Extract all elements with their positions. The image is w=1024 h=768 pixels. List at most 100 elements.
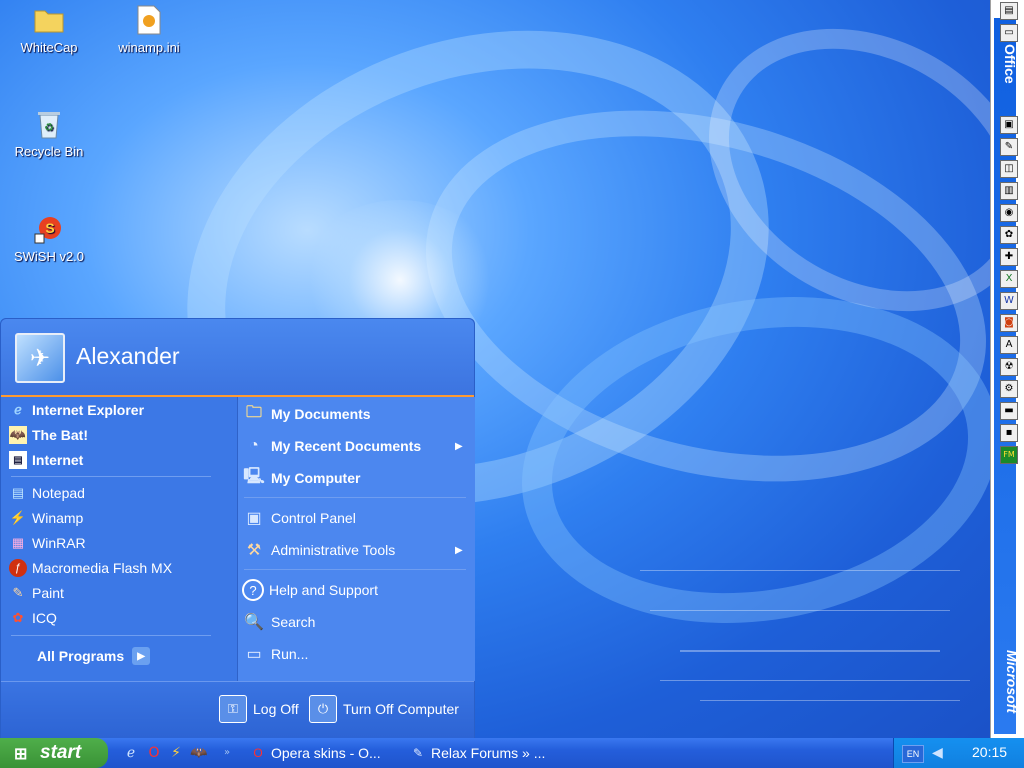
- eye-icon[interactable]: ◉: [1000, 204, 1018, 222]
- task-label: Opera skins - O...: [271, 745, 381, 761]
- menu-item-internet[interactable]: ▤ Internet: [9, 449, 83, 471]
- word-icon[interactable]: W: [1000, 292, 1018, 310]
- document-icon[interactable]: ✎: [1000, 138, 1018, 156]
- menu-item-label: ICQ: [32, 610, 57, 626]
- toolbar-menu-icon[interactable]: ▤: [1000, 2, 1018, 20]
- start-menu-footer: ⚿ Log Off ⏻ Turn Off Computer: [1, 681, 474, 738]
- menu-item-winamp[interactable]: ⚡ Winamp: [9, 507, 83, 529]
- desktop-icon-winamp-ini[interactable]: winamp.ini: [106, 4, 192, 55]
- separator: [244, 497, 466, 498]
- desktop-icon-recycle-bin[interactable]: ♻ Recycle Bin: [6, 108, 92, 159]
- my-computer-icon: 🖳: [243, 467, 265, 485]
- quick-launch-bat-icon[interactable]: 🦇: [190, 744, 208, 762]
- log-off-label: Log Off: [253, 701, 299, 717]
- desktop-icon-swish[interactable]: S SWiSH v2.0: [6, 213, 92, 264]
- office-label: Office: [1002, 44, 1018, 84]
- desktop-icon-label: Recycle Bin: [14, 144, 84, 159]
- turn-off-computer-button[interactable]: ⏻ Turn Off Computer: [309, 694, 459, 724]
- fm-icon[interactable]: FM: [1000, 446, 1018, 464]
- notepad-icon: ▤: [11, 485, 25, 500]
- menu-item-label: Control Panel: [271, 510, 356, 526]
- folder-icon: [33, 4, 65, 36]
- menu-item-help-and-support[interactable]: ? Help and Support: [242, 577, 378, 603]
- swish-shortcut-icon: S: [33, 213, 65, 245]
- icq-icon: ✿: [12, 610, 24, 625]
- menu-item-label: Macromedia Flash MX: [32, 560, 173, 576]
- windows-logo-icon: ⊞: [14, 746, 28, 763]
- admin-tools-icon: ⚒: [246, 542, 262, 559]
- paint-icon[interactable]: ✿: [1000, 226, 1018, 244]
- menu-item-label: WinRAR: [32, 535, 86, 551]
- user-avatar[interactable]: ✈: [15, 333, 65, 383]
- image-icon[interactable]: ⚙: [1000, 380, 1018, 398]
- menu-item-winrar[interactable]: ▦ WinRAR: [9, 532, 86, 554]
- menu-item-label: Internet: [32, 452, 84, 468]
- menu-item-label: Notepad: [32, 485, 85, 501]
- arrow-right-icon: ▶: [132, 647, 151, 665]
- menu-item-notepad[interactable]: ▤ Notepad: [9, 482, 85, 504]
- quick-launch-winamp-icon[interactable]: ⚡: [167, 744, 185, 762]
- volume-icon[interactable]: ◀: [932, 745, 943, 761]
- menu-item-the-bat[interactable]: 🦇 The Bat!: [9, 424, 88, 446]
- separator: [244, 569, 466, 570]
- language-indicator[interactable]: EN: [902, 745, 924, 763]
- svg-text:♻: ♻: [44, 122, 54, 134]
- flash-icon: ƒ: [9, 559, 27, 577]
- computer-icon[interactable]: ▣: [1000, 116, 1018, 134]
- excel-icon[interactable]: X: [1000, 270, 1018, 288]
- clock[interactable]: 20:15: [972, 744, 1007, 760]
- submenu-arrow-icon: ▶: [455, 441, 463, 452]
- menu-item-my-computer[interactable]: 🖳 My Computer: [242, 465, 360, 491]
- all-programs-label: All Programs: [37, 648, 125, 664]
- svg-text:S: S: [45, 220, 54, 236]
- menu-item-internet-explorer[interactable]: ℯ Internet Explorer: [9, 399, 144, 421]
- menu-item-control-panel[interactable]: ▣ Control Panel: [242, 505, 356, 531]
- start-label: start: [40, 742, 82, 763]
- monitor-icon[interactable]: ▬: [1000, 402, 1018, 420]
- quick-launch-overflow-icon[interactable]: »: [218, 744, 236, 762]
- log-off-button[interactable]: ⚿ Log Off: [219, 694, 299, 724]
- menu-item-administrative-tools[interactable]: ⚒ Administrative Tools: [242, 537, 395, 563]
- opera-icon: O: [253, 746, 263, 760]
- desktop-icon-whitecap[interactable]: WhiteCap: [6, 4, 92, 55]
- menu-item-run[interactable]: ▭ Run...: [242, 641, 308, 667]
- start-menu: ✈ Alexander ℯ Internet Explorer 🦇 The Ba…: [0, 318, 475, 738]
- paint-icon: ✎: [12, 585, 24, 600]
- quick-launch-ie-icon[interactable]: ℯ: [122, 744, 140, 762]
- taskbar-button-relax-forums[interactable]: ✎ Relax Forums » ...: [410, 741, 570, 765]
- winamp-icon: ⚡: [9, 510, 27, 525]
- submenu-arrow-icon: ▶: [455, 545, 463, 556]
- microsoft-label: Microsoft: [1004, 650, 1020, 713]
- recent-documents-icon: ◔: [249, 437, 259, 454]
- menu-item-search[interactable]: 🔍 Search: [242, 609, 315, 635]
- font-icon[interactable]: A: [1000, 336, 1018, 354]
- search-icon: 🔍: [244, 614, 264, 631]
- taskbar-button-opera[interactable]: O Opera skins - O...: [250, 741, 400, 765]
- menu-item-macromedia-flash[interactable]: ƒ Macromedia Flash MX: [9, 557, 172, 579]
- menu-item-paint[interactable]: ✎ Paint: [9, 582, 64, 604]
- window-icon[interactable]: ◫: [1000, 160, 1018, 178]
- menu-item-icq[interactable]: ✿ ICQ: [9, 607, 57, 629]
- folder-icon[interactable]: ▭: [1000, 24, 1018, 42]
- quick-launch-opera-icon[interactable]: O: [145, 744, 163, 762]
- all-programs-button[interactable]: All Programs ▶: [37, 645, 151, 667]
- start-menu-places: 🗀 My Documents ◔ My Recent Documents ▶ 🖳…: [237, 397, 475, 681]
- power-icon: ⏻: [309, 695, 337, 723]
- menu-item-my-recent-documents[interactable]: ◔ My Recent Documents: [242, 433, 421, 459]
- book-icon[interactable]: ▥: [1000, 182, 1018, 200]
- turn-off-label: Turn Off Computer: [343, 701, 459, 717]
- config-file-icon: [133, 4, 165, 36]
- powerpoint-icon[interactable]: ◙: [1000, 314, 1018, 332]
- menu-item-my-documents[interactable]: 🗀 My Documents: [242, 401, 371, 427]
- menu-item-label: Winamp: [32, 510, 84, 526]
- separator: [11, 476, 211, 477]
- start-button[interactable]: ⊞ start: [0, 738, 108, 768]
- menu-item-label: Help and Support: [269, 582, 378, 598]
- system-tray: EN ◀ 20:15: [893, 738, 1024, 768]
- task-label: Relax Forums » ...: [431, 745, 546, 761]
- separator: [11, 635, 211, 636]
- radiation-icon[interactable]: ☢: [1000, 358, 1018, 376]
- save-icon[interactable]: ▪: [1000, 424, 1018, 442]
- tools-icon[interactable]: ✚: [1000, 248, 1018, 266]
- desktop-icon-label: WhiteCap: [20, 40, 78, 55]
